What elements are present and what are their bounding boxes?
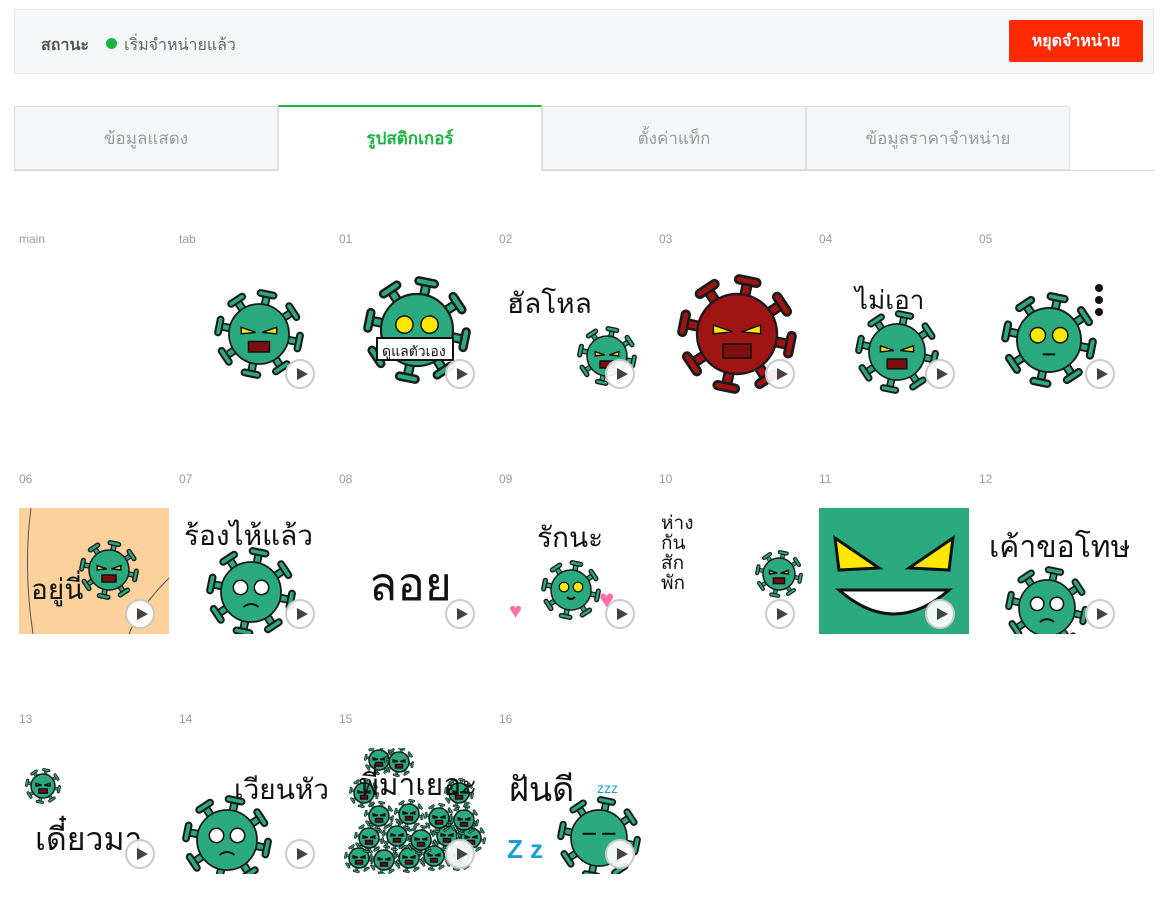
sticker-label: 11 <box>819 472 831 486</box>
sticker-label: 08 <box>339 472 352 486</box>
sticker-illustration <box>19 268 169 394</box>
play-icon[interactable] <box>125 599 155 629</box>
play-icon[interactable] <box>925 599 955 629</box>
play-icon[interactable] <box>285 359 315 389</box>
tab-price-info[interactable]: ข้อมูลราคาจำหน่าย <box>806 106 1070 170</box>
tab-divider <box>14 170 1154 171</box>
play-icon[interactable] <box>445 839 475 869</box>
play-icon[interactable] <box>1085 599 1115 629</box>
svg-text:♥: ♥ <box>509 598 522 623</box>
sticker-13[interactable]: 13เดี๋ยวมา <box>14 712 164 912</box>
sticker-03[interactable]: 03 <box>654 232 804 432</box>
sticker-label: 06 <box>19 472 32 486</box>
sticker-15[interactable]: 15พี่มาเยอะ <box>334 712 484 912</box>
sticker-label: 04 <box>819 232 832 246</box>
play-icon[interactable] <box>125 839 155 869</box>
sticker-09[interactable]: 09♥♥รักนะ <box>494 472 644 672</box>
sticker-label: 02 <box>499 232 512 246</box>
sticker-label: 14 <box>179 712 192 726</box>
sticker-04[interactable]: 04ไม่เอา <box>814 232 964 432</box>
sticker-16[interactable]: 16Z zzzzฝันดี <box>494 712 644 912</box>
sticker-label: 05 <box>979 232 992 246</box>
play-icon[interactable] <box>445 359 475 389</box>
play-icon[interactable] <box>925 359 955 389</box>
sticker-label: 16 <box>499 712 512 726</box>
sticker-10[interactable]: 10ห่าง กัน สัก พัก <box>654 472 804 672</box>
sticker-image[interactable] <box>19 268 169 394</box>
sticker-12[interactable]: 12เค้าขอโทษ <box>974 472 1124 672</box>
status-value: เริ่มจำหน่ายแล้ว <box>124 33 236 58</box>
sticker-07[interactable]: 07ร้องไห้แล้ว <box>174 472 324 672</box>
sticker-tab[interactable]: tab <box>174 232 324 432</box>
sticker-01[interactable]: 01ดูแลตัวเอง <box>334 232 484 432</box>
sticker-main[interactable]: main <box>14 232 164 432</box>
sticker-label: 01 <box>339 232 352 246</box>
tab-display-info[interactable]: ข้อมูลแสดง <box>14 106 278 170</box>
play-icon[interactable] <box>445 599 475 629</box>
status-dot-icon <box>106 38 117 49</box>
play-icon[interactable] <box>605 839 635 869</box>
play-icon[interactable] <box>1085 359 1115 389</box>
stop-sale-button[interactable]: หยุดจำหน่าย <box>1009 20 1143 62</box>
play-icon[interactable] <box>605 359 635 389</box>
sticker-label: 09 <box>499 472 512 486</box>
tab-bar: ข้อมูลแสดง รูปสติกเกอร์ ตั้งค่าแท็ก ข้อม… <box>14 105 1154 171</box>
sticker-label: 07 <box>179 472 192 486</box>
sticker-label: 13 <box>19 712 32 726</box>
play-icon[interactable] <box>765 359 795 389</box>
sticker-08[interactable]: 08ลอย <box>334 472 484 672</box>
tab-tag-settings[interactable]: ตั้งค่าแท็ก <box>542 106 806 170</box>
svg-text:Z z: Z z <box>507 834 543 864</box>
sticker-label: 10 <box>659 472 672 486</box>
tab-sticker-images[interactable]: รูปสติกเกอร์ <box>278 105 542 171</box>
sticker-label: 12 <box>979 472 992 486</box>
play-icon[interactable] <box>765 599 795 629</box>
play-icon[interactable] <box>285 839 315 869</box>
sticker-label: 15 <box>339 712 352 726</box>
sticker-label: tab <box>179 232 196 246</box>
sticker-05[interactable]: 05 <box>974 232 1124 432</box>
sticker-02[interactable]: 02ฮัลโหล <box>494 232 644 432</box>
sticker-11[interactable]: 11 <box>814 472 964 672</box>
sticker-06[interactable]: 06อยู่นี่ <box>14 472 164 672</box>
sticker-14[interactable]: 14เวียนหัว <box>174 712 324 912</box>
play-icon[interactable] <box>285 599 315 629</box>
status-label: สถานะ <box>41 33 89 58</box>
status-bar: สถานะ เริ่มจำหน่ายแล้ว หยุดจำหน่าย <box>14 9 1154 74</box>
sticker-label: main <box>19 232 45 246</box>
play-icon[interactable] <box>605 599 635 629</box>
svg-text:zzz: zzz <box>597 780 618 796</box>
sticker-label: 03 <box>659 232 672 246</box>
